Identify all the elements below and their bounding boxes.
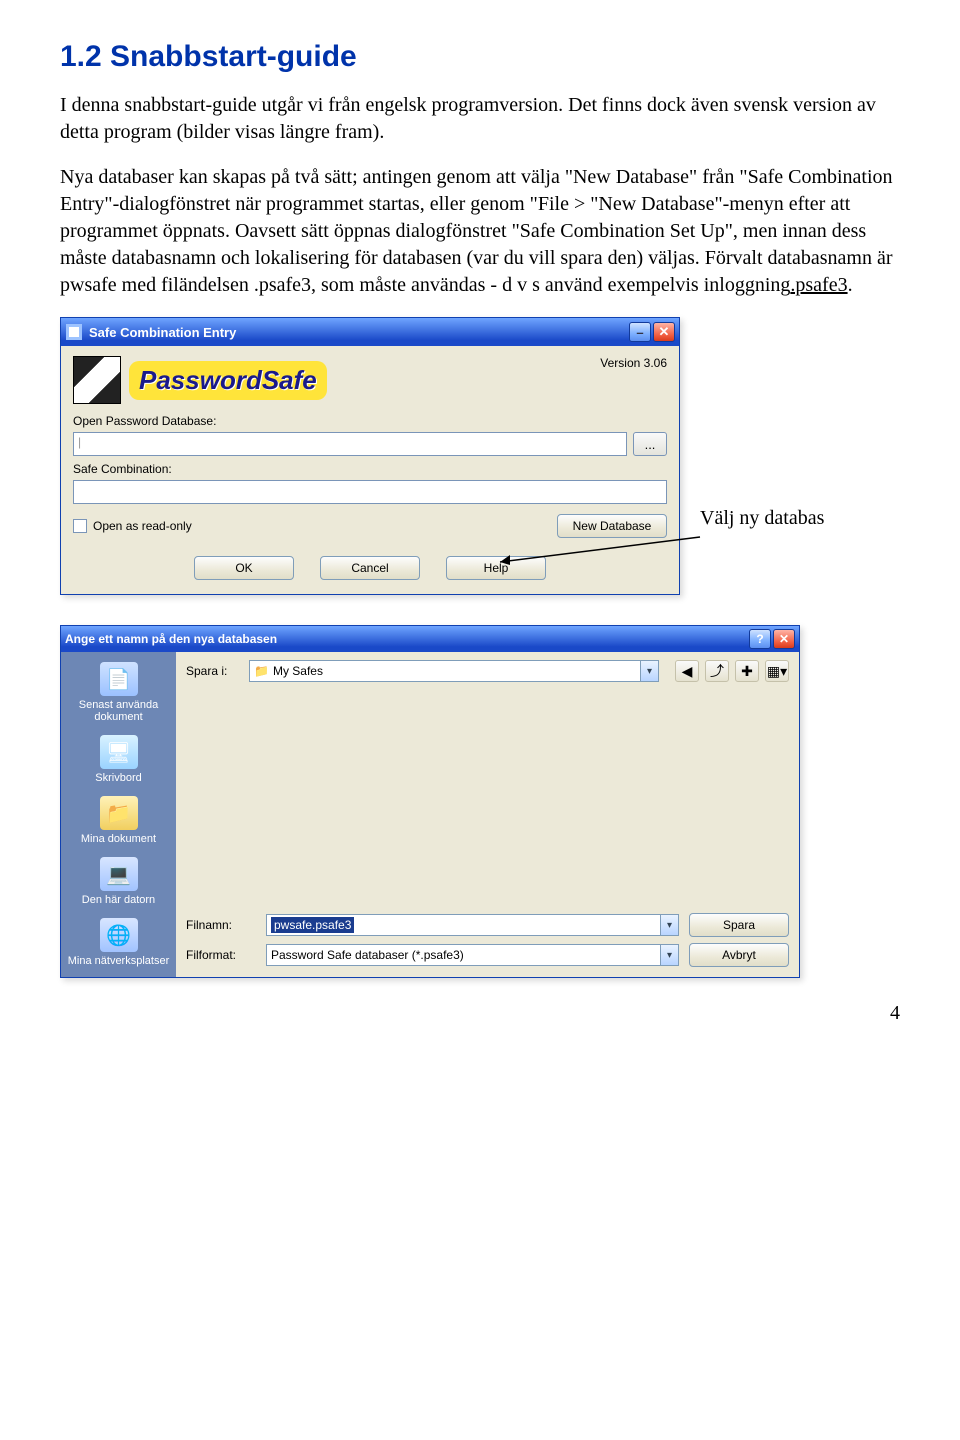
cancel-button[interactable]: Cancel — [320, 556, 420, 580]
help-button[interactable]: Help — [446, 556, 546, 580]
chevron-down-icon: ▾ — [640, 661, 658, 681]
body-underlined: .psafe3 — [790, 274, 847, 296]
desktop-icon: 🖥 — [100, 735, 138, 769]
safe-combination-input[interactable] — [73, 480, 667, 504]
places-sidebar: 📄 Senast använda dokument 🖥 Skrivbord 📁 … — [61, 652, 176, 977]
titlebar: Safe Combination Entry – ✕ — [61, 318, 679, 346]
place-label: Mina nätverksplatser — [68, 955, 170, 967]
save-button[interactable]: Spara — [689, 913, 789, 937]
views-button[interactable]: ▦▾ — [765, 660, 789, 682]
browse-button[interactable]: ... — [633, 432, 667, 456]
new-folder-button[interactable]: ✚ — [735, 660, 759, 682]
dialog-title: Safe Combination Entry — [89, 325, 629, 340]
save-as-dialog: Ange ett namn på den nya databasen ? ✕ 📄… — [60, 625, 800, 978]
page-number: 4 — [60, 1002, 900, 1025]
place-label: Skrivbord — [95, 772, 141, 784]
recent-icon: 📄 — [100, 662, 138, 696]
version-label: Version 3.06 — [600, 356, 667, 370]
new-database-button[interactable]: New Database — [557, 514, 667, 538]
up-folder-button[interactable]: ⤴ — [705, 660, 729, 682]
place-recent[interactable]: 📄 Senast använda dokument — [63, 658, 174, 727]
app-logo — [73, 356, 121, 404]
body-text: Nya databaser kan skapas på två sätt; an… — [60, 166, 893, 296]
filetype-value: Password Safe databaser (*.psafe3) — [271, 948, 464, 962]
place-label: Mina dokument — [81, 833, 156, 845]
body-paragraph: Nya databaser kan skapas på två sätt; an… — [60, 164, 900, 299]
chevron-down-icon: ▾ — [660, 915, 678, 935]
back-button[interactable]: ◀ — [675, 660, 699, 682]
app-icon — [65, 323, 83, 341]
network-icon: 🌐 — [100, 918, 138, 952]
filename-input[interactable]: pwsafe.psafe3 ▾ — [266, 914, 679, 936]
body-period: . — [848, 274, 853, 296]
checkbox-icon — [73, 519, 87, 533]
safe-combination-dialog: Safe Combination Entry – ✕ PasswordSafe … — [60, 317, 680, 595]
close-button[interactable]: ✕ — [773, 629, 795, 649]
savein-value: My Safes — [273, 664, 323, 678]
dialog-title: Ange ett namn på den nya databasen — [65, 632, 749, 646]
intro-paragraph: I denna snabbstart-guide utgår vi från e… — [60, 92, 900, 146]
section-heading: 1.2 Snabbstart-guide — [60, 40, 900, 74]
folder-icon: 📁 — [100, 796, 138, 830]
safe-combination-label: Safe Combination: — [73, 462, 667, 476]
titlebar: Ange ett namn på den nya databasen ? ✕ — [61, 626, 799, 652]
readonly-label: Open as read-only — [93, 519, 192, 533]
ok-button[interactable]: OK — [194, 556, 294, 580]
place-label: Senast använda dokument — [65, 699, 172, 723]
computer-icon: 💻 — [100, 857, 138, 891]
place-label: Den här datorn — [82, 894, 155, 906]
help-button[interactable]: ? — [749, 629, 771, 649]
readonly-checkbox[interactable]: Open as read-only — [73, 519, 192, 533]
database-path-input[interactable]: | — [73, 432, 627, 456]
annotation-text: Välj ny databas — [700, 507, 824, 530]
minimize-button[interactable]: – — [629, 322, 651, 342]
place-computer[interactable]: 💻 Den här datorn — [63, 853, 174, 910]
app-brand: PasswordSafe — [129, 361, 327, 400]
folder-icon: 📁 — [254, 664, 269, 678]
place-desktop[interactable]: 🖥 Skrivbord — [63, 731, 174, 788]
savein-label: Spara i: — [186, 664, 241, 678]
filename-label: Filnamn: — [186, 918, 256, 932]
chevron-down-icon: ▾ — [660, 945, 678, 965]
filetype-combo[interactable]: Password Safe databaser (*.psafe3) ▾ — [266, 944, 679, 966]
cancel-button[interactable]: Avbryt — [689, 943, 789, 967]
open-db-label: Open Password Database: — [73, 414, 667, 428]
filetype-label: Filformat: — [186, 948, 256, 962]
close-button[interactable]: ✕ — [653, 322, 675, 342]
savein-combo[interactable]: 📁 My Safes ▾ — [249, 660, 659, 682]
file-list-area[interactable] — [186, 688, 789, 913]
place-mydocs[interactable]: 📁 Mina dokument — [63, 792, 174, 849]
filename-value: pwsafe.psafe3 — [271, 917, 354, 933]
place-network[interactable]: 🌐 Mina nätverksplatser — [63, 914, 174, 971]
